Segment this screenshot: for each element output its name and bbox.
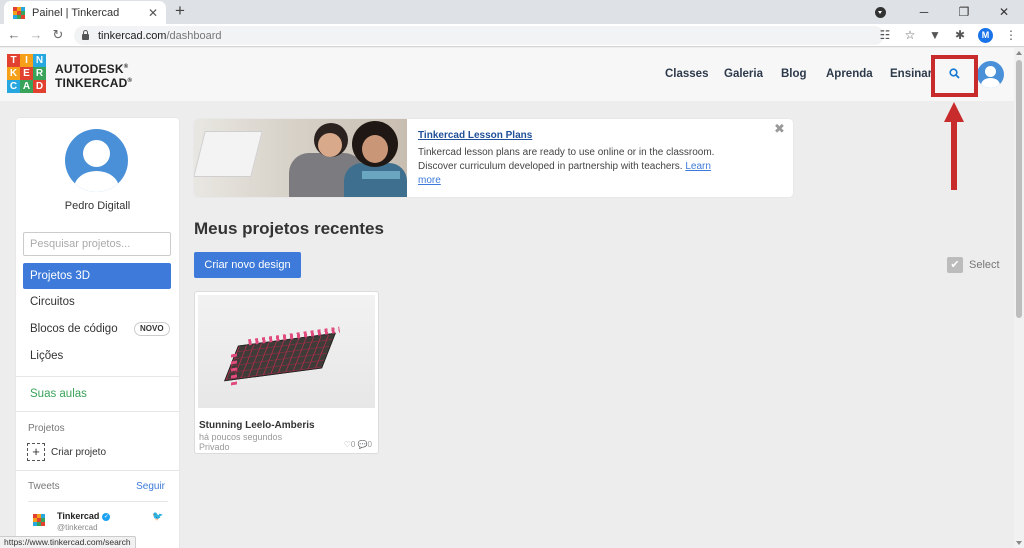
address-bar: ← → ↻ tinkercad.com/dashboard ☷ ☆ ▼ ✱ M …	[0, 24, 1024, 47]
sidebar: Pedro Digitall Projetos 3D Circuitos Blo…	[16, 118, 179, 548]
project-privacy: Privado	[199, 442, 230, 452]
browser-tab-bar: Painel | Tinkercad ✕ + ─ ❐ ✕	[0, 0, 1024, 24]
tweets-label: Tweets	[28, 481, 60, 492]
divider	[16, 376, 179, 377]
extension-filter-icon[interactable]: ▼	[928, 27, 942, 43]
url-field[interactable]: tinkercad.com/dashboard	[74, 26, 884, 45]
sidebar-item-label: Projetos 3D	[30, 270, 91, 282]
window-close-icon[interactable]: ✕	[984, 5, 1024, 19]
minimize-icon[interactable]: ─	[904, 5, 944, 19]
tab-close-icon[interactable]: ✕	[146, 6, 160, 20]
profile-dropdown-icon[interactable]	[875, 6, 886, 18]
logo-cell	[21, 14, 25, 19]
user-name: Pedro Digitall	[64, 200, 131, 212]
window-controls: ─ ❐ ✕	[875, 0, 1024, 24]
tweet-handle: @tinkercad	[57, 523, 98, 532]
lesson-plans-banner: Tinkercad Lesson Plans Tinkercad lesson …	[194, 119, 793, 197]
url-text: tinkercad.com/dashboard	[98, 29, 222, 42]
status-url: https://www.tinkercad.com/search	[0, 536, 136, 548]
add-project-icon[interactable]: +	[27, 443, 45, 461]
back-icon[interactable]: ←	[6, 27, 22, 43]
browser-profile-avatar[interactable]: M	[978, 27, 993, 43]
address-bar-actions: ☷ ☆ ▼ ✱ M ⋮	[878, 27, 1018, 43]
scroll-thumb[interactable]	[1016, 60, 1022, 318]
new-tab-icon[interactable]: +	[172, 1, 188, 21]
browser-tab[interactable]: Painel | Tinkercad ✕	[4, 1, 166, 24]
scroll-up-icon[interactable]	[1016, 51, 1022, 55]
nav-aprenda[interactable]: Aprenda	[826, 68, 873, 80]
browser-menu-icon[interactable]: ⋮	[1004, 27, 1018, 43]
annotation-arrow-head	[944, 102, 964, 122]
sidebar-item-label: Circuitos	[30, 296, 75, 308]
profile-avatar[interactable]	[65, 129, 128, 192]
sidebar-item-label: Blocos de código	[30, 323, 118, 335]
sidebar-item-codeblocks[interactable]: Blocos de código NOVO	[23, 316, 171, 342]
follow-link[interactable]: Seguir	[136, 481, 165, 492]
extensions-puzzle-icon[interactable]: ✱	[953, 27, 967, 43]
comments-count: 💬0	[357, 440, 372, 449]
project-stats: ♡0 💬0	[344, 440, 372, 449]
divider	[28, 501, 168, 502]
banner-image	[194, 119, 407, 197]
sidebar-item-lessons[interactable]: Lições	[23, 343, 171, 369]
select-toggle[interactable]: ✔ Select	[947, 257, 1000, 273]
page-title: Meus projetos recentes	[194, 219, 384, 238]
scroll-down-icon[interactable]	[1016, 541, 1022, 545]
logo-cell	[41, 522, 45, 526]
create-project-link[interactable]: Criar projeto	[51, 447, 106, 458]
annotation-highlight-box	[931, 55, 978, 97]
banner-title-link[interactable]: Tinkercad Lesson Plans	[418, 130, 532, 141]
divider	[16, 411, 179, 412]
likes-count: ♡0	[343, 440, 356, 449]
tweets-header: Tweets Seguir	[28, 481, 165, 492]
new-badge: NOVO	[134, 322, 170, 336]
project-thumbnail[interactable]	[198, 295, 375, 408]
projects-heading: Projetos	[28, 423, 65, 434]
restore-icon[interactable]: ❐	[944, 5, 984, 19]
page-scrollbar[interactable]	[1014, 48, 1024, 548]
banner-close-icon[interactable]: ✖	[774, 121, 785, 137]
lock-icon	[82, 30, 89, 40]
select-checkbox-icon[interactable]: ✔	[947, 257, 963, 273]
thumbnail-pins	[231, 350, 237, 386]
main-nav: Classes Galeria Blog Aprenda Ensinar	[0, 48, 1014, 101]
nav-classes[interactable]: Classes	[665, 68, 708, 80]
banner-text: Tinkercad lesson plans are ready to use …	[418, 147, 715, 186]
project-card[interactable]: Stunning Leelo-Amberis há poucos segundo…	[194, 291, 379, 454]
nav-galeria[interactable]: Galeria	[724, 68, 763, 80]
tinkercad-favicon-icon	[13, 6, 25, 19]
twitter-bird-icon[interactable]: 🐦	[152, 511, 163, 522]
divider	[16, 470, 179, 471]
tweet-author[interactable]: Tinkercad ✓	[57, 511, 111, 521]
sidebar-item-3d-projects[interactable]: Projetos 3D	[23, 263, 171, 289]
bookmark-star-icon[interactable]: ☆	[903, 27, 917, 43]
verified-icon: ✓	[102, 512, 111, 521]
select-label: Select	[969, 259, 1000, 271]
create-design-button[interactable]: Criar novo design	[194, 252, 301, 278]
reload-icon[interactable]: ↻	[50, 27, 66, 43]
user-avatar[interactable]	[977, 61, 1004, 88]
translate-icon[interactable]: ☷	[878, 27, 892, 43]
tab-title: Painel | Tinkercad	[32, 6, 120, 19]
site-header: TINKERCAD AUTODESK® TINKERCAD® Classes G…	[0, 48, 1014, 101]
sidebar-item-circuits[interactable]: Circuitos	[23, 289, 171, 315]
project-timestamp: há poucos segundos	[199, 432, 283, 442]
project-title[interactable]: Stunning Leelo-Amberis	[199, 420, 315, 431]
sidebar-item-label: Lições	[30, 350, 64, 362]
forward-icon[interactable]: →	[28, 27, 44, 43]
annotation-arrow-shaft	[951, 120, 957, 190]
sidebar-item-classes[interactable]: Suas aulas	[30, 388, 87, 400]
nav-ensinar[interactable]: Ensinar	[890, 68, 932, 80]
project-search-input[interactable]	[23, 232, 171, 256]
tweet-avatar-logo	[33, 514, 45, 526]
nav-blog[interactable]: Blog	[781, 68, 807, 80]
